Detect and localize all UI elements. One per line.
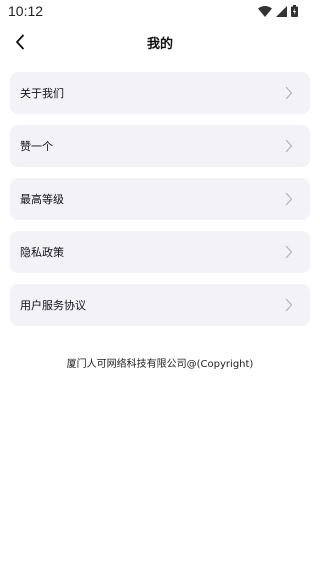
menu-item-about-us[interactable]: 关于我们 [10, 72, 310, 114]
wifi-icon [258, 5, 272, 17]
menu-item-label: 隐私政策 [20, 246, 64, 259]
copyright-text: 厦门人可网络科技有限公司@(Copyright) [66, 359, 254, 370]
page-title: 我的 [146, 37, 173, 52]
signal-icon [276, 5, 287, 17]
menu-item-label: 关于我们 [20, 87, 64, 100]
menu-list: 关于我们 赞一个 最高等级 隐私政策 用户服务协议 [10, 72, 310, 337]
menu-item-label: 最高等级 [20, 193, 64, 206]
status-time: 10:12 [8, 3, 44, 19]
menu-item-label: 用户服务协议 [20, 299, 86, 312]
menu-item-privacy-policy[interactable]: 隐私政策 [10, 231, 310, 273]
menu-item-like[interactable]: 赞一个 [10, 125, 310, 167]
battery-icon [291, 5, 298, 17]
chevron-right-icon [285, 139, 293, 153]
menu-item-label: 赞一个 [20, 140, 53, 153]
menu-item-user-agreement[interactable]: 用户服务协议 [10, 284, 310, 326]
chevron-right-icon [285, 192, 293, 206]
chevron-right-icon [285, 245, 293, 259]
menu-item-highest-level[interactable]: 最高等级 [10, 178, 310, 220]
nav-bar: 我的 [0, 24, 320, 60]
chevron-right-icon [285, 86, 293, 100]
status-bar: 10:12 [0, 0, 320, 24]
status-icons [258, 5, 298, 17]
chevron-right-icon [285, 298, 293, 312]
